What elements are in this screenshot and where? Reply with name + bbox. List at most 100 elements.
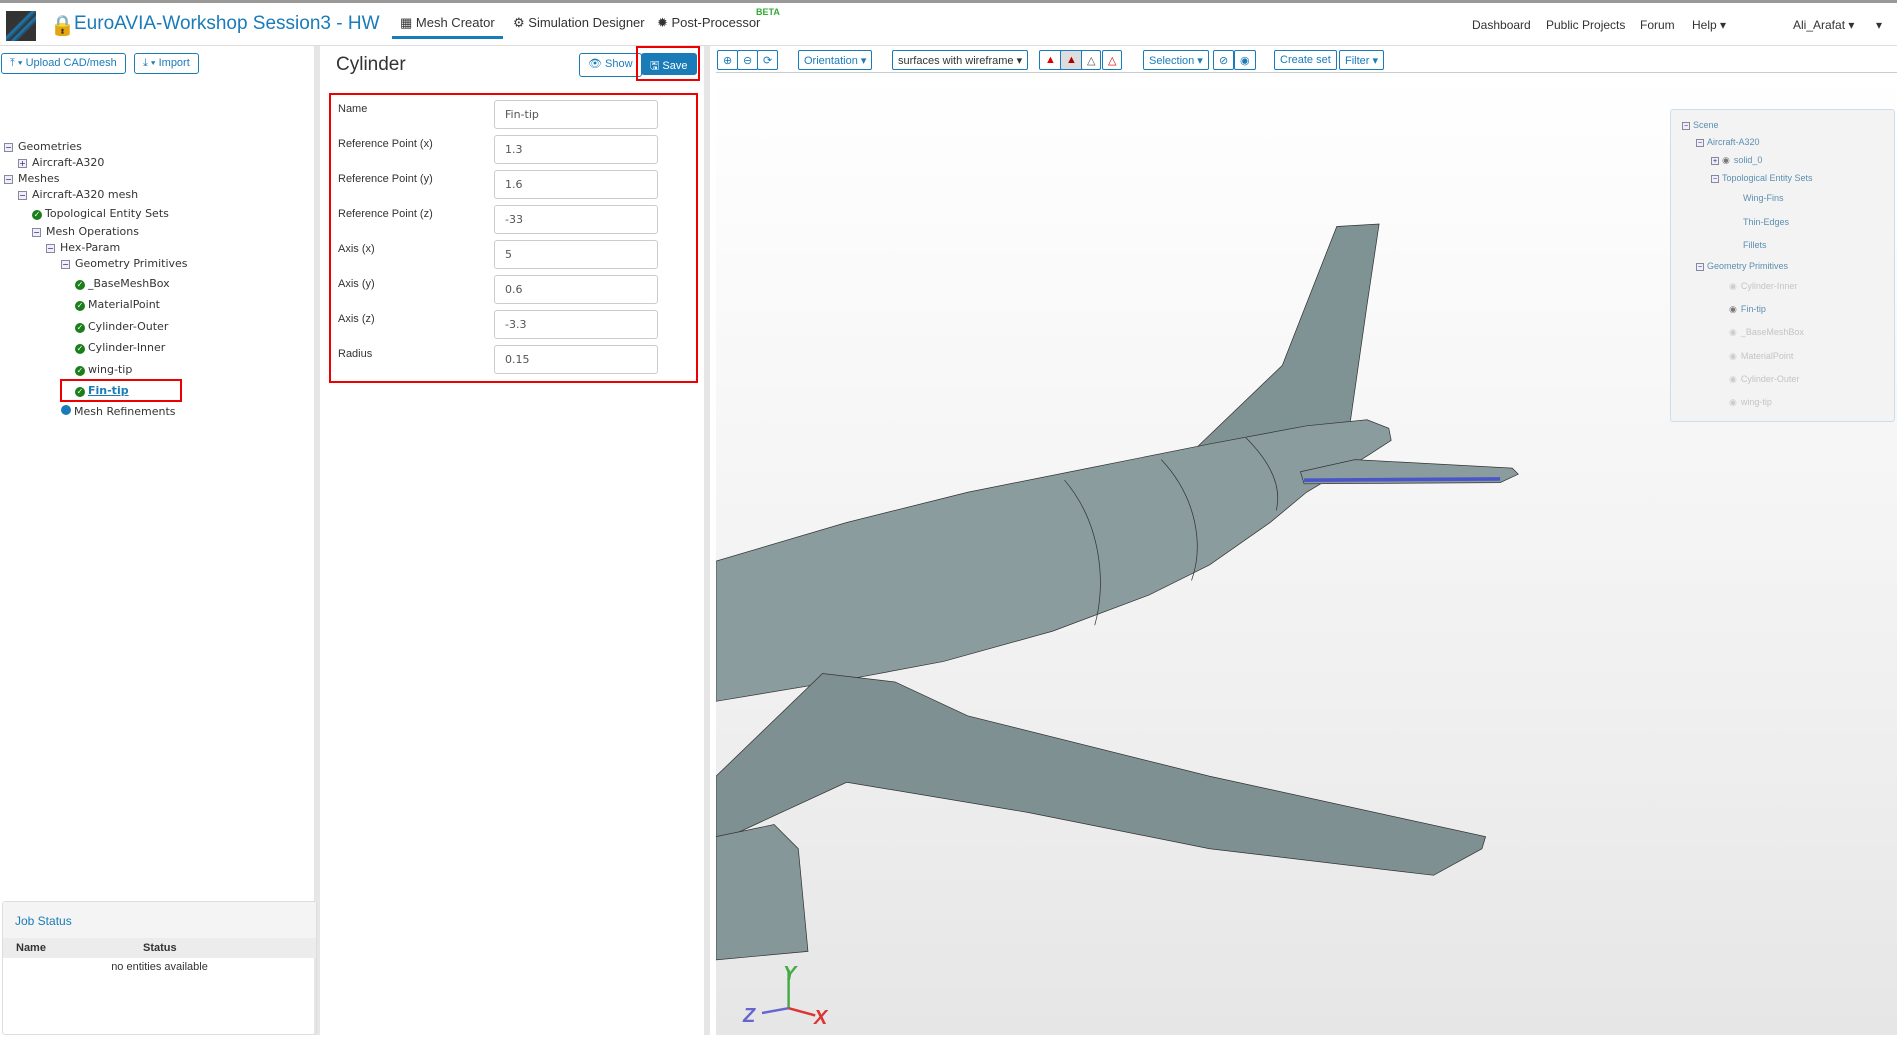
tree-cylinder-outer[interactable]: ✓ Cylinder-Outer: [75, 320, 168, 333]
tree-hex-param[interactable]: − Hex-Param: [46, 241, 120, 254]
selection-dropdown[interactable]: Selection ▾: [1143, 50, 1209, 70]
scene-geometry-primitives[interactable]: − Geometry Primitives: [1696, 261, 1788, 271]
orientation-dropdown[interactable]: Orientation ▾: [798, 50, 873, 70]
collapse-icon[interactable]: −: [1696, 139, 1704, 147]
eye-icon[interactable]: ◉: [1729, 281, 1737, 291]
input-ref-x[interactable]: 1.3: [494, 135, 658, 164]
tree-geometries[interactable]: − Geometries: [4, 140, 82, 153]
input-ref-z[interactable]: -33: [494, 205, 658, 234]
tree-topological-entity-sets[interactable]: ✓ Topological Entity Sets: [32, 207, 169, 220]
tab-simulation-designer[interactable]: ⚙ Simulation Designer: [513, 15, 645, 31]
eye-icon[interactable]: ◉: [1729, 374, 1737, 384]
check-icon: ✓: [75, 280, 85, 290]
collapse-icon[interactable]: −: [1696, 263, 1704, 271]
scene-solid-0[interactable]: + ◉ solid_0: [1711, 155, 1762, 166]
tab-mesh-creator[interactable]: ▦ Mesh Creator: [392, 15, 503, 39]
job-table-header: Name Status: [3, 938, 316, 958]
select-vertex-icon[interactable]: △: [1102, 50, 1123, 70]
tree-base-mesh-box[interactable]: ✓ _BaseMeshBox: [75, 277, 170, 290]
scene-base-mesh-box[interactable]: ◉ _BaseMeshBox: [1729, 327, 1804, 338]
scene-aircraft[interactable]: − Aircraft-A320: [1696, 137, 1760, 147]
scene-material-point[interactable]: ◉ MaterialPoint: [1729, 351, 1793, 362]
eye-icon[interactable]: ◉: [1729, 304, 1737, 314]
collapse-icon[interactable]: −: [1711, 175, 1719, 183]
engine: [715, 824, 809, 961]
zoom-out-button[interactable]: ⊖: [737, 50, 759, 70]
label-ref-z: Reference Point (z): [338, 208, 433, 220]
user-menu[interactable]: Ali_Arafat ▾: [1793, 18, 1854, 32]
nav-help[interactable]: Help ▾: [1692, 18, 1726, 32]
collapse-icon[interactable]: −: [1682, 122, 1690, 130]
input-axis-z[interactable]: -3.3: [494, 310, 658, 339]
eye-icon[interactable]: ◉: [1234, 50, 1256, 70]
col-status: Status: [143, 942, 177, 954]
input-axis-y[interactable]: 0.6: [494, 275, 658, 304]
3d-canvas[interactable]: Y X Z − Scene − Aircraft-A320 + ◉ solid_0 − T…: [715, 72, 1897, 1035]
collapse-icon[interactable]: −: [4, 175, 13, 184]
app-logo[interactable]: [6, 11, 36, 41]
collapse-icon[interactable]: −: [4, 143, 13, 152]
input-axis-x[interactable]: 5: [494, 240, 658, 269]
scene-cylinder-inner[interactable]: ◉ Cylinder-Inner: [1729, 281, 1797, 292]
nav-forum[interactable]: Forum: [1640, 18, 1675, 32]
scene-cylinder-outer[interactable]: ◉ Cylinder-Outer: [1729, 374, 1799, 385]
nav-dashboard[interactable]: Dashboard: [1472, 18, 1531, 32]
scene-topological-sets[interactable]: − Topological Entity Sets: [1711, 173, 1813, 183]
collapse-icon[interactable]: −: [61, 260, 70, 269]
collapse-icon[interactable]: −: [46, 244, 55, 253]
tree-aircraft-a320[interactable]: + Aircraft-A320: [18, 156, 104, 169]
cylinder-form: (function(){var f=document.currentScript…: [329, 93, 698, 383]
eye-icon[interactable]: ◉: [1729, 351, 1737, 361]
tree-meshes[interactable]: − Meshes: [4, 172, 59, 185]
filter-dropdown[interactable]: Filter ▾: [1339, 50, 1385, 70]
tree-fin-tip-selected[interactable]: ✓ Fin-tip: [60, 379, 182, 402]
tree-mesh-refinements[interactable]: Mesh Refinements: [61, 405, 176, 418]
scene-root[interactable]: − Scene: [1682, 120, 1719, 130]
select-edge-icon[interactable]: △: [1081, 50, 1102, 70]
input-ref-y[interactable]: 1.6: [494, 170, 658, 199]
create-set-button[interactable]: Create set: [1274, 50, 1337, 70]
expand-icon[interactable]: +: [1711, 157, 1719, 165]
collapse-icon[interactable]: −: [32, 228, 41, 237]
collapse-icon[interactable]: −: [18, 191, 27, 200]
zoom-in-button[interactable]: ⊕: [717, 50, 739, 70]
tab-post-processor[interactable]: ✹ Post-Processor: [657, 15, 760, 31]
tree-aircraft-mesh[interactable]: − Aircraft-A320 mesh: [18, 188, 138, 201]
render-mode-select[interactable]: surfaces with wireframe ▾: [892, 50, 1029, 70]
scene-wing-tip[interactable]: ◉ wing-tip: [1729, 397, 1772, 408]
beta-badge: BETA: [756, 7, 780, 17]
expand-icon[interactable]: +: [18, 159, 27, 168]
scene-wing-fins[interactable]: Wing-Fins: [1743, 193, 1784, 203]
eye-icon[interactable]: ◉: [1729, 397, 1737, 407]
tree-geometry-primitives[interactable]: − Geometry Primitives: [61, 257, 188, 270]
tree-cylinder-inner[interactable]: ✓ Cylinder-Inner: [75, 341, 165, 354]
scene-thin-edges[interactable]: Thin-Edges: [1743, 217, 1789, 227]
select-solid-icon[interactable]: ▲: [1039, 50, 1062, 70]
eye-icon[interactable]: ◉: [1729, 327, 1737, 337]
scene-fillets[interactable]: Fillets: [1743, 240, 1767, 250]
import-button[interactable]: ⤓ ▾ Import: [134, 53, 199, 74]
upload-cad-button[interactable]: ⤒ ▾ Upload CAD/mesh: [1, 53, 126, 74]
vertical-fin: [1190, 223, 1380, 453]
hide-icon[interactable]: ⊘: [1213, 50, 1235, 70]
check-icon: ✓: [75, 323, 85, 333]
reset-view-button[interactable]: ⟳: [757, 50, 779, 70]
nav-public-projects[interactable]: Public Projects: [1546, 18, 1625, 32]
scene-fin-tip[interactable]: ◉ Fin-tip: [1729, 304, 1766, 315]
grid-icon: ▦: [400, 15, 416, 30]
save-button[interactable]: 🖫 Save: [641, 53, 697, 75]
more-menu[interactable]: ▾: [1876, 18, 1882, 32]
show-button[interactable]: 👁 Show: [579, 53, 642, 77]
label-axis-x: Axis (x): [338, 243, 375, 255]
left-sidebar: ⤒ ▾ Upload CAD/mesh ⤓ ▾ Import − Geometri…: [0, 46, 320, 1035]
axis-z-label: Z: [743, 1005, 756, 1027]
tree-material-point[interactable]: ✓ MaterialPoint: [75, 298, 160, 311]
eye-icon[interactable]: ◉: [1722, 155, 1730, 165]
tree-wing-tip[interactable]: ✓ wing-tip: [75, 363, 132, 376]
input-name[interactable]: Fin-tip: [494, 100, 658, 129]
input-radius[interactable]: 0.15: [494, 345, 658, 374]
col-name: Name: [16, 942, 46, 954]
label-radius: Radius: [338, 348, 373, 360]
select-face-icon[interactable]: ▲: [1060, 50, 1083, 70]
tree-mesh-operations[interactable]: − Mesh Operations: [32, 225, 139, 238]
